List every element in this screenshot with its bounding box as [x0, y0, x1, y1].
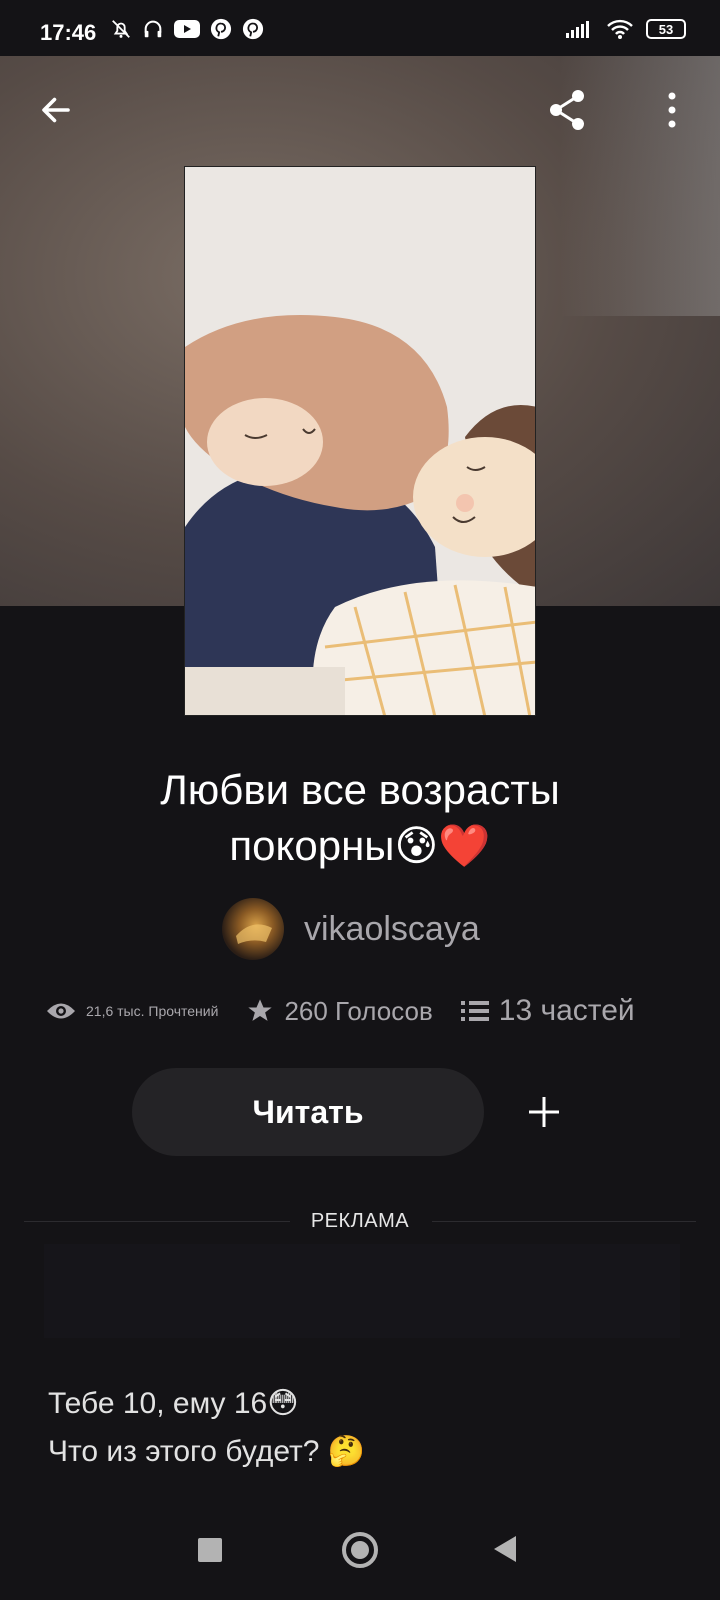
- reads-count: 21,6 тыс. Прочтений: [86, 1003, 219, 1019]
- share-icon: [550, 90, 584, 130]
- author-name[interactable]: vikaolscaya: [304, 910, 480, 949]
- system-back-button[interactable]: [494, 1536, 516, 1562]
- plus-icon: [529, 1097, 559, 1127]
- battery-level: 53: [658, 21, 674, 37]
- ad-divider: РЕКЛАМА: [24, 1210, 696, 1234]
- read-button[interactable]: Читать: [132, 1068, 484, 1156]
- parts-stat[interactable]: 13 частей: [460, 994, 635, 1028]
- wifi-icon: [607, 19, 633, 39]
- story-cover: [184, 166, 536, 716]
- status-time: 17:46: [40, 20, 97, 45]
- more-options-button[interactable]: [644, 82, 700, 138]
- eye-icon: [47, 1003, 75, 1019]
- reads-stat: 21,6 тыс. Прочтений: [46, 1000, 218, 1022]
- share-button[interactable]: [540, 82, 596, 138]
- status-bar: 17:46 53: [0, 0, 720, 56]
- divider-line-right: [432, 1221, 696, 1222]
- votes-count: 260 Голосов: [284, 995, 433, 1026]
- description-line-1: Тебе 10, ему 16😳: [48, 1387, 299, 1420]
- description-line-2: Что из этого будет? 🤔: [48, 1435, 366, 1468]
- headphones-icon: [144, 20, 162, 38]
- system-icons: 53: [566, 18, 686, 40]
- youtube-icon: [174, 20, 200, 38]
- signal-icon: [566, 21, 589, 38]
- story-stats: 21,6 тыс. Прочтений 260 Голосов 13 часте…: [46, 994, 686, 1028]
- add-to-library-button[interactable]: [512, 1080, 576, 1144]
- arrow-left-icon: [42, 97, 70, 123]
- story-title: Любви все возрасты покорны😰❤️: [60, 762, 660, 874]
- system-nav-bar: [0, 1508, 720, 1600]
- recents-button[interactable]: [198, 1538, 222, 1562]
- votes-stat: 260 Голосов: [246, 995, 433, 1027]
- parts-count[interactable]: 13 частей: [499, 994, 635, 1028]
- back-button[interactable]: [28, 82, 84, 138]
- author-link[interactable]: vikaolscaya: [222, 898, 480, 960]
- more-vertical-icon: [668, 92, 676, 128]
- pinterest-icon: [210, 18, 232, 40]
- story-description: Тебе 10, ему 16😳 Что из этого будет? 🤔: [48, 1380, 688, 1476]
- story-title-line-1: Любви все возрасты: [160, 766, 560, 813]
- cover-illustration: [185, 167, 535, 715]
- battery-icon: 53: [646, 19, 686, 39]
- notification-icons: [110, 18, 264, 40]
- author-avatar[interactable]: [222, 898, 284, 960]
- story-title-line-2: покорны😰❤️: [229, 822, 491, 869]
- home-button[interactable]: [342, 1532, 378, 1568]
- star-icon: [248, 999, 273, 1021]
- ad-slot[interactable]: [44, 1244, 680, 1338]
- list-icon: [460, 1001, 489, 1021]
- muted-bell-icon: [112, 20, 130, 38]
- pinterest-icon: [242, 18, 264, 40]
